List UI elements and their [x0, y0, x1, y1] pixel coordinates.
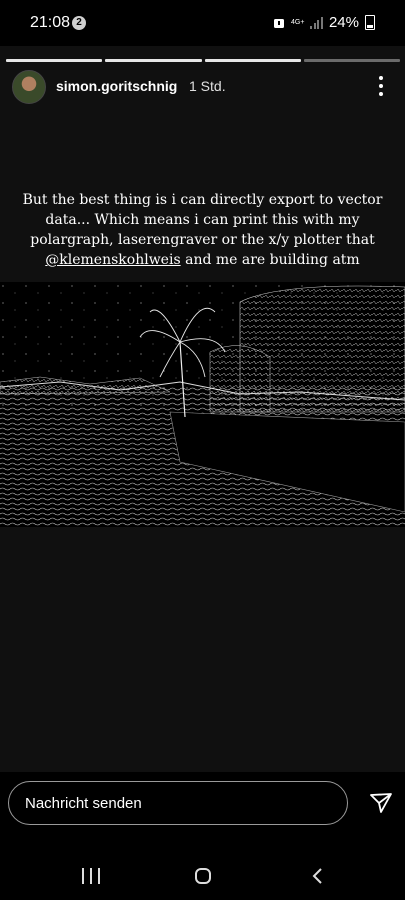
edge-detected-landscape-image — [0, 282, 405, 527]
home-icon[interactable] — [195, 868, 211, 884]
battery-icon — [365, 15, 375, 30]
time-ago: 1 Std. — [189, 78, 226, 94]
recent-apps-icon[interactable] — [82, 868, 100, 884]
progress-segment — [303, 59, 400, 62]
system-navigation-bar — [0, 844, 405, 900]
story-photo — [0, 282, 405, 527]
battery-level: 24% — [328, 14, 359, 31]
back-icon[interactable] — [311, 868, 325, 884]
caption-line: data... Which means i can print this wit… — [45, 212, 360, 228]
more-vertical-icon — [379, 76, 383, 80]
alarm-icon — [274, 18, 285, 28]
notification-count-badge: 2 — [72, 16, 86, 30]
more-options-button[interactable] — [376, 74, 386, 98]
status-time: 21:08 — [30, 14, 71, 31]
network-type: 4G+ — [291, 18, 305, 26]
story-caption: But the best thing is i can directly exp… — [8, 190, 397, 270]
more-vertical-icon — [379, 92, 383, 96]
send-icon[interactable] — [369, 791, 393, 815]
username[interactable]: simon.goritschnig — [56, 78, 177, 94]
progress-segment — [6, 59, 103, 62]
signal-icon — [310, 16, 323, 29]
caption-line: But the best thing is i can directly exp… — [22, 192, 383, 208]
message-input[interactable] — [8, 781, 348, 825]
more-vertical-icon — [379, 84, 383, 88]
mention-link[interactable]: @klemenskohlweis — [45, 252, 180, 268]
message-composer — [0, 772, 405, 844]
avatar[interactable] — [12, 70, 46, 104]
story-header: simon.goritschnig 1 Std. — [12, 70, 394, 104]
caption-line-last: @klemenskohlweis and me are building atm — [8, 250, 397, 270]
progress-segment — [105, 59, 202, 62]
caption-end: and me are building atm — [180, 252, 360, 268]
status-indicators: 4G+ 24% — [273, 14, 375, 31]
status-bar: 21:08 2 4G+ 24% — [0, 0, 405, 46]
story-progress — [6, 59, 400, 62]
caption-line: polargraph, laserengraver or the x/y plo… — [30, 232, 375, 248]
progress-segment — [204, 59, 301, 62]
